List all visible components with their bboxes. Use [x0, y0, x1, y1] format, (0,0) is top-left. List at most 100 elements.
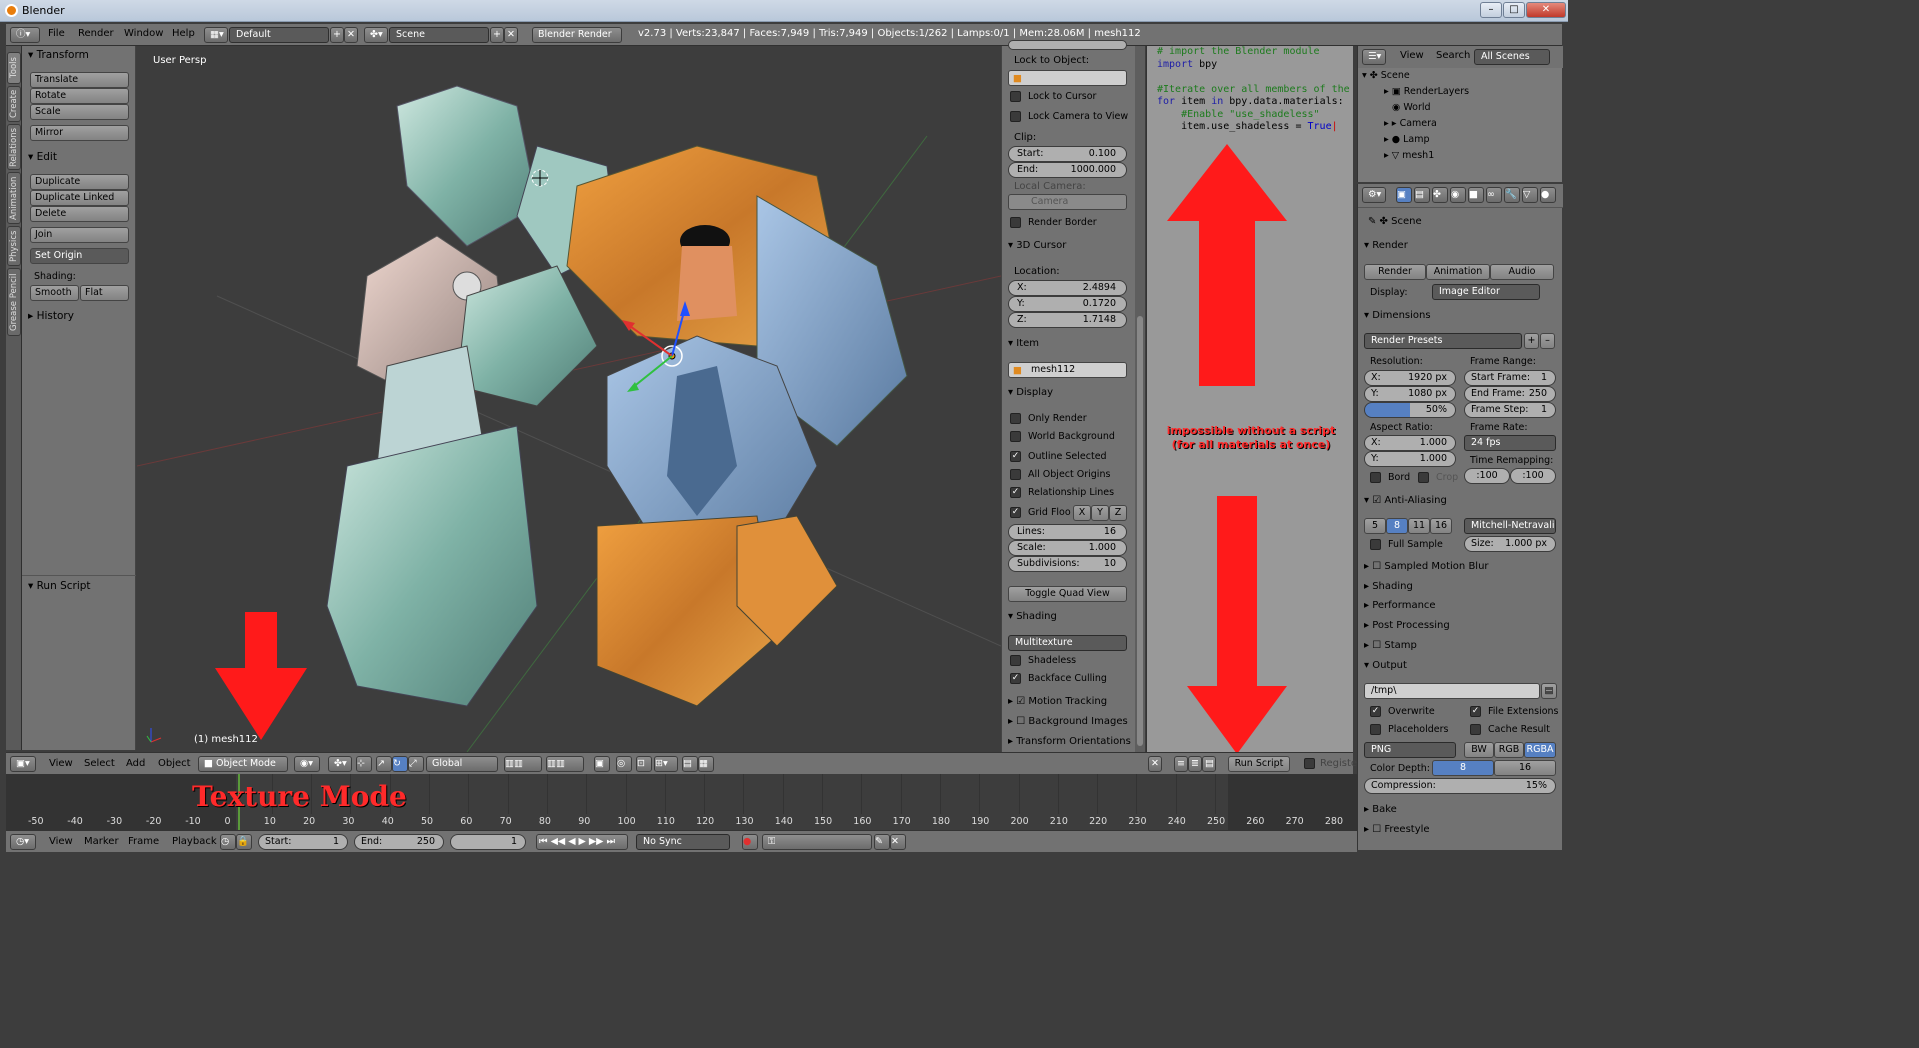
menu-render[interactable]: Render: [78, 28, 114, 39]
smooth-button[interactable]: Smooth: [30, 285, 79, 301]
start-frame-timeline-field[interactable]: Start: 1: [258, 834, 348, 850]
timeline-frame-menu[interactable]: Frame: [128, 836, 159, 847]
duplicate-linked-button[interactable]: Duplicate Linked: [30, 190, 129, 206]
sync-select[interactable]: No Sync: [636, 834, 730, 850]
minimize-button[interactable]: –: [1480, 2, 1502, 18]
end-frame-timeline-field[interactable]: End: 250: [354, 834, 444, 850]
preview-range-icon[interactable]: ◷: [220, 834, 236, 850]
lock-cursor-checkbox[interactable]: [1010, 91, 1021, 102]
mode-select[interactable]: ■ Object Mode: [198, 756, 288, 772]
register-checkbox[interactable]: [1304, 758, 1315, 769]
relationship-lines-checkbox[interactable]: ✓: [1010, 487, 1021, 498]
toggle-quad-button[interactable]: Toggle Quad View: [1008, 586, 1127, 602]
depth-16-button[interactable]: 16: [1494, 760, 1556, 776]
render-button[interactable]: Render: [1364, 264, 1426, 280]
mirror-button[interactable]: Mirror: [30, 125, 129, 141]
scene-icon[interactable]: ✤▾: [364, 27, 388, 43]
tab-create[interactable]: Create: [7, 86, 21, 122]
file-browse-icon[interactable]: ▤: [1541, 683, 1557, 699]
join-button[interactable]: Join: [30, 227, 129, 243]
add-menu[interactable]: Add: [126, 758, 145, 769]
editor-type-icon[interactable]: ⓘ▾: [10, 27, 40, 43]
material-tab-icon[interactable]: ●: [1540, 187, 1556, 203]
remove-layout-icon[interactable]: ✕: [344, 27, 358, 43]
history-header[interactable]: ▸ History: [28, 310, 74, 322]
syntax-icon[interactable]: ▤: [1202, 756, 1216, 772]
anti-aliasing-header[interactable]: ▾ ☑ Anti-Aliasing: [1364, 495, 1447, 506]
end-frame-field[interactable]: End Frame: 250: [1464, 386, 1556, 402]
timeline-playback-menu[interactable]: Playback: [172, 836, 217, 847]
current-frame-field[interactable]: 1: [450, 834, 526, 850]
record-icon[interactable]: ●: [742, 834, 758, 850]
menu-file[interactable]: File: [48, 28, 65, 39]
outliner-camera[interactable]: ▸ ▸ Camera: [1384, 116, 1574, 132]
lock-camera-checkbox[interactable]: [1010, 111, 1021, 122]
layers-grid-2[interactable]: ▥▥: [546, 756, 584, 772]
tab-animation[interactable]: Animation: [7, 172, 21, 224]
overwrite-checkbox[interactable]: ✓: [1370, 706, 1381, 717]
bg-images-header[interactable]: ▸ ☐ Background Images: [1008, 716, 1128, 727]
lock-range-icon[interactable]: 🔒: [236, 834, 252, 850]
res-y-field[interactable]: Y: 1080 px: [1364, 386, 1456, 402]
flat-button[interactable]: Flat: [80, 285, 129, 301]
view-menu[interactable]: View: [49, 758, 73, 769]
rotate-manip-icon[interactable]: ↻: [392, 756, 408, 772]
post-processing-header[interactable]: ▸ Post Processing: [1364, 620, 1450, 631]
freestyle-header[interactable]: ▸ ☐ Freestyle: [1364, 824, 1430, 835]
timeline-view-menu[interactable]: View: [49, 836, 73, 847]
motion-blur-header[interactable]: ▸ ☐ Sampled Motion Blur: [1364, 561, 1489, 572]
tab-tools[interactable]: Tools: [7, 52, 21, 84]
add-preset-button[interactable]: +: [1524, 333, 1539, 349]
lock-camera-icon[interactable]: ▣: [594, 756, 610, 772]
viewport-shading-icon[interactable]: ◉▾: [294, 756, 320, 772]
modifiers-tab-icon[interactable]: 🔧: [1504, 187, 1520, 203]
layers-tab-icon[interactable]: ▤: [1414, 187, 1430, 203]
playback-controls[interactable]: ⏮ ◀◀ ◀ ▶ ▶▶ ⏭: [536, 834, 628, 850]
aa-size-field[interactable]: Size: 1.000 px: [1464, 536, 1556, 552]
render-border-checkbox[interactable]: [1010, 217, 1021, 228]
render-anim-icon[interactable]: ▦: [698, 756, 714, 772]
output-header[interactable]: ▾ Output: [1364, 660, 1407, 671]
grid-x-toggle[interactable]: X: [1073, 505, 1091, 521]
file-format-select[interactable]: PNG: [1364, 742, 1456, 758]
menu-window[interactable]: Window: [124, 28, 163, 39]
outliner-type-icon[interactable]: ☰▾: [1362, 49, 1386, 65]
shadeless-checkbox[interactable]: [1010, 655, 1021, 666]
aspect-y-field[interactable]: Y: 1.000: [1364, 451, 1456, 467]
dimensions-header[interactable]: ▾ Dimensions: [1364, 310, 1431, 321]
aa-filter-select[interactable]: Mitchell-Netravali: [1464, 518, 1556, 534]
full-sample-checkbox[interactable]: [1370, 539, 1381, 550]
layers-grid-1[interactable]: ▥▥: [504, 756, 542, 772]
snap-element-icon[interactable]: ⊞▾: [654, 756, 678, 772]
add-layout-icon[interactable]: +: [330, 27, 344, 43]
timeline-type-icon[interactable]: ◷▾: [10, 834, 36, 850]
item-name-field[interactable]: ■ mesh112: [1008, 362, 1127, 378]
start-frame-field[interactable]: Start Frame: 1: [1464, 370, 1556, 386]
only-render-checkbox[interactable]: [1010, 413, 1021, 424]
n-panel-scrollbar[interactable]: [1135, 46, 1145, 752]
timeline-marker-menu[interactable]: Marker: [84, 836, 119, 847]
aa-5-button[interactable]: 5: [1364, 518, 1386, 534]
world-bg-checkbox[interactable]: [1010, 431, 1021, 442]
render-preview-icon[interactable]: ▤: [682, 756, 698, 772]
aa-8-button[interactable]: 8: [1386, 518, 1408, 534]
bw-button[interactable]: BW: [1464, 742, 1494, 758]
snap-icon[interactable]: ⊡: [636, 756, 652, 772]
outliner-scene[interactable]: ▾ ✤ Scene: [1362, 68, 1552, 84]
display-select[interactable]: Image Editor: [1432, 284, 1540, 300]
rotate-button[interactable]: Rotate: [30, 88, 129, 104]
res-x-field[interactable]: X: 1920 px: [1364, 370, 1456, 386]
bake-header[interactable]: ▸ Bake: [1364, 804, 1397, 815]
scene-field[interactable]: Scene: [389, 27, 489, 43]
insert-keyframe-icon[interactable]: ✎: [874, 834, 890, 850]
frame-step-field[interactable]: Frame Step: 1: [1464, 402, 1556, 418]
lock-object-field[interactable]: ■: [1008, 70, 1127, 86]
remap-old-field[interactable]: :100: [1464, 468, 1510, 484]
depth-8-button[interactable]: 8: [1432, 760, 1494, 776]
item-header[interactable]: ▾ Item: [1008, 338, 1039, 349]
keying-set-field[interactable]: ⚿: [762, 834, 872, 850]
object-tab-icon[interactable]: ■: [1468, 187, 1484, 203]
delete-button[interactable]: Delete: [30, 206, 129, 222]
scrollbar-thumb[interactable]: [1137, 316, 1143, 746]
rgb-button[interactable]: RGB: [1494, 742, 1524, 758]
